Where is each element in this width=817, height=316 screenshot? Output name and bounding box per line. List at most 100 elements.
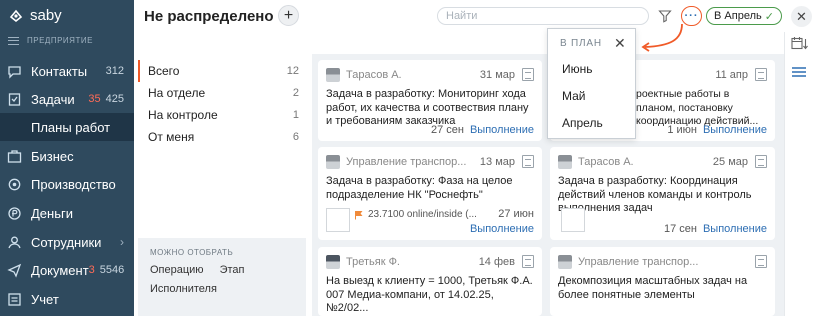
- filter-item-department[interactable]: На отделе 2: [138, 82, 306, 104]
- close-icon[interactable]: ✕: [614, 35, 626, 52]
- filter-link-stage[interactable]: Этап: [220, 264, 245, 276]
- filter-item-count: 1: [292, 109, 299, 121]
- sidebar: saby ПРЕДПРИЯТИЕ Контакты 312 Задачи 35 4…: [0, 0, 134, 316]
- accounting-icon: [7, 292, 22, 307]
- task-card[interactable]: Управление транспор... 13 мар Задача в р…: [318, 147, 542, 240]
- task-card[interactable]: Третьяк Ф. 14 фев На выезд к клиенту = 1…: [318, 247, 542, 316]
- right-toolbar: [791, 36, 811, 81]
- avatar: [326, 254, 340, 269]
- card-author: Управление транспор...: [578, 255, 699, 268]
- filter-item-control[interactable]: На контроле 1: [138, 104, 306, 126]
- list-view-icon[interactable]: [791, 66, 807, 78]
- filter-link-executor[interactable]: Исполнителя: [150, 283, 217, 295]
- sidebar-item-count: 35 425: [88, 93, 124, 105]
- card-author: Управление транспор...: [346, 155, 467, 168]
- check-icon: ✓: [764, 10, 774, 23]
- money-icon: [7, 206, 22, 221]
- filter-item-label: От меня: [148, 130, 195, 144]
- filter-item-count: 12: [286, 65, 299, 77]
- card-text: Задача в разработку: Фаза на целое подра…: [326, 175, 513, 201]
- filter-item-label: На контроле: [148, 108, 218, 122]
- move-to-plan-popup: В ПЛАН ✕ Июнь Май Апрель: [547, 28, 636, 139]
- sidebar-item-employees[interactable]: Сотрудники ›: [0, 228, 134, 256]
- sidebar-item-documents[interactable]: Документ 3 5546: [0, 256, 134, 284]
- sidebar-item-label: Деньги: [31, 205, 73, 221]
- sidebar-item-label: Задачи: [31, 91, 75, 107]
- sidebar-item-count: 312: [105, 65, 124, 77]
- filter-icon[interactable]: [658, 9, 672, 23]
- sidebar-item-label: Учет: [31, 291, 59, 307]
- sidebar-item-count-urgent: 3: [88, 264, 95, 276]
- sidebar-item-production[interactable]: Производство: [0, 170, 134, 198]
- close-button[interactable]: ✕: [791, 6, 812, 27]
- calendar-sort-icon[interactable]: [791, 36, 809, 52]
- sidebar-item-count-total: 5546: [99, 264, 125, 276]
- popup-item-april[interactable]: Апрель: [562, 116, 603, 130]
- business-icon: [7, 149, 22, 164]
- can-select-title: МОЖНО ОТОБРАТЬ: [150, 248, 234, 257]
- filter-item-label: Всего: [148, 64, 180, 78]
- avatar: [326, 67, 340, 82]
- sidebar-item-label: Планы работ: [31, 119, 111, 135]
- period-button[interactable]: В Апрель ✓: [706, 7, 782, 25]
- card-text: На выезд к клиенту = 1000, Третьяк Ф.А. …: [326, 275, 533, 314]
- contacts-icon: [7, 64, 22, 79]
- sidebar-item-money[interactable]: Деньги: [0, 199, 134, 227]
- filter-link-operation[interactable]: Операцию: [150, 264, 204, 276]
- filter-item-from-me[interactable]: От меня 6: [138, 126, 306, 148]
- card-author: Тарасов А.: [346, 68, 402, 81]
- card-deadline: 27 сен: [430, 124, 464, 136]
- chevron-right-icon[interactable]: ›: [120, 235, 124, 249]
- popup-title: В ПЛАН: [560, 38, 602, 49]
- attachment-thumbnail[interactable]: [326, 208, 350, 232]
- sidebar-item-count-urgent: 35: [88, 93, 101, 105]
- section-switcher[interactable]: ПРЕДПРИЯТИЕ: [8, 36, 93, 45]
- popup-item-may[interactable]: Май: [562, 89, 586, 103]
- filter-item-count: 6: [292, 131, 299, 143]
- document-icon: [755, 68, 767, 81]
- sidebar-item-business[interactable]: Бизнес: [0, 142, 134, 170]
- sidebar-item-work-plans[interactable]: Планы работ: [0, 113, 134, 141]
- card-status[interactable]: Выполнение: [703, 223, 767, 235]
- filter-list: Всего 12 На отделе 2 На контроле 1 От ме…: [138, 60, 306, 148]
- card-date: 14 фев: [478, 255, 515, 268]
- document-icon: [522, 68, 534, 81]
- app-logo[interactable]: saby: [8, 7, 62, 24]
- production-icon: [7, 177, 22, 192]
- sidebar-item-tasks[interactable]: Задачи 35 425: [0, 85, 134, 113]
- annotation-arrow-icon: [641, 23, 683, 52]
- avatar: [558, 154, 572, 169]
- app-logo-text: saby: [30, 7, 62, 24]
- sidebar-item-count-total: 425: [105, 93, 124, 105]
- attachment-thumbnail[interactable]: [561, 208, 585, 232]
- plus-icon: +: [283, 6, 294, 24]
- card-status[interactable]: Выполнение: [470, 124, 534, 136]
- filter-item-count: 2: [292, 87, 299, 99]
- card-text-line: планом, постановку: [636, 101, 733, 114]
- document-icon: [755, 255, 767, 268]
- can-select-panel: МОЖНО ОТОБРАТЬ Операцию Этап Исполнителя: [138, 238, 306, 316]
- sidebar-item-label: Контакты: [31, 63, 88, 79]
- filter-item-label: На отделе: [148, 86, 206, 100]
- task-card[interactable]: Тарасов А. 31 мар Задача в разработку: М…: [318, 60, 542, 141]
- document-icon: [522, 155, 534, 168]
- ellipsis-icon: ···: [684, 10, 699, 22]
- sidebar-item-label: Сотрудники: [31, 234, 102, 250]
- card-author: Третьяк Ф.: [346, 255, 400, 268]
- search-input[interactable]: Найти: [437, 7, 649, 25]
- period-label: В Апрель: [714, 10, 762, 22]
- avatar: [558, 254, 572, 269]
- sidebar-item-accounting[interactable]: Учет: [0, 285, 134, 313]
- sidebar-item-contacts[interactable]: Контакты 312: [0, 57, 134, 85]
- task-card[interactable]: Управление транспор... Декомпозиция масш…: [550, 247, 775, 316]
- add-button[interactable]: +: [278, 5, 299, 26]
- card-date: 13 мар: [479, 155, 515, 168]
- card-status[interactable]: Выполнение: [703, 124, 767, 136]
- page-title: Не распределено: [144, 8, 274, 25]
- sidebar-item-label: Документ: [31, 262, 89, 278]
- popup-item-june[interactable]: Июнь: [562, 62, 593, 76]
- menu-icon[interactable]: [8, 36, 19, 45]
- task-card[interactable]: Тарасов А. 25 мар Задача в разработку: К…: [550, 147, 775, 240]
- filter-item-all[interactable]: Всего 12: [138, 60, 306, 82]
- card-status[interactable]: Выполнение: [470, 223, 534, 235]
